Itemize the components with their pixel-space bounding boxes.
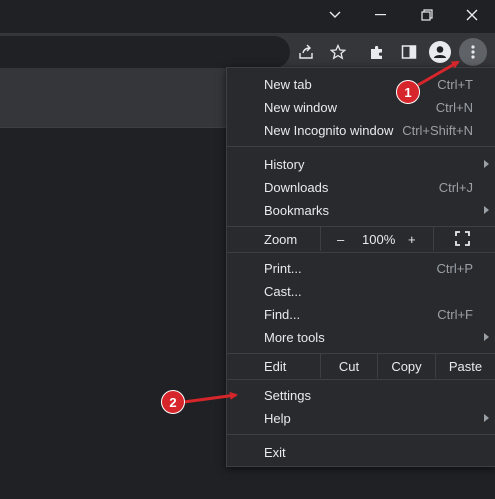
menu-item-label: Bookmarks [264,203,330,218]
menu-separator [227,252,495,253]
menu-item-label: More tools [264,330,325,345]
chrome-menu: New tab Ctrl+T New window Ctrl+N New Inc… [226,67,495,467]
submenu-arrow-icon [484,414,489,422]
tab-search-button[interactable] [313,0,357,30]
menu-separator [227,379,495,380]
menu-item-shortcut: Ctrl+Shift+N [402,123,473,138]
menu-item-label: Exit [264,445,286,460]
menu-item-shortcut: Ctrl+J [438,180,473,195]
menu-item-cast[interactable]: Cast... [227,280,495,303]
menu-item-downloads[interactable]: Downloads Ctrl+J [227,176,495,199]
share-button[interactable] [292,38,320,66]
profile-icon [429,41,451,63]
menu-item-new-tab[interactable]: New tab Ctrl+T [227,73,495,96]
menu-item-label: Help [264,411,291,426]
submenu-arrow-icon [484,206,489,214]
minimize-icon [375,14,386,16]
menu-item-new-incognito-window[interactable]: New Incognito window Ctrl+Shift+N [227,119,495,142]
menu-item-label: New window [264,100,337,115]
zoom-out-button[interactable]: – [337,232,344,247]
menu-item-find[interactable]: Find... Ctrl+F [227,303,495,326]
zoom-divider [320,227,321,251]
menu-zoom-row: Zoom – 100% + [227,227,495,251]
menu-item-print[interactable]: Print... Ctrl+P [227,257,495,280]
fullscreen-button[interactable] [455,231,470,249]
kebab-menu-icon [471,45,475,59]
menu-item-history[interactable]: History [227,153,495,176]
menu-item-shortcut: Ctrl+T [437,77,473,92]
menu-item-more-tools[interactable]: More tools [227,326,495,349]
submenu-arrow-icon [484,160,489,168]
chevron-down-icon [329,11,341,18]
menu-item-label: New Incognito window [264,123,394,138]
share-icon [299,44,313,59]
extensions-icon [371,45,382,59]
edit-label: Edit [264,359,287,374]
menu-item-shortcut: Ctrl+F [437,307,473,322]
menu-item-shortcut: Ctrl+N [435,100,473,115]
menu-item-label: New tab [264,77,312,92]
menu-item-shortcut: Ctrl+P [436,261,473,276]
side-panel-icon [401,45,417,59]
fullscreen-icon [455,231,470,246]
close-window-button[interactable] [450,0,494,30]
cut-button[interactable]: Cut [321,359,377,374]
submenu-arrow-icon [484,333,489,341]
zoom-divider [433,227,434,251]
address-bar[interactable] [0,36,290,68]
menu-separator [227,146,495,147]
menu-item-new-window[interactable]: New window Ctrl+N [227,96,495,119]
menu-item-label: Settings [264,388,311,403]
menu-item-label: Find... [264,307,301,322]
zoom-level: 100% [362,232,396,247]
star-icon [330,44,346,60]
minimize-button[interactable] [359,0,403,30]
chrome-menu-button[interactable] [459,38,487,66]
zoom-label: Zoom [264,232,298,247]
restore-icon [421,9,433,21]
restore-button[interactable] [405,0,449,30]
profile-button[interactable] [426,38,454,66]
annotation-badge-2: 2 [161,390,185,414]
menu-edit-row: Edit Cut Copy Paste [227,354,495,378]
menu-item-label: Print... [264,261,302,276]
bookmark-star-button[interactable] [324,38,352,66]
menu-item-label: Cast... [264,284,302,299]
paste-button[interactable]: Paste [436,359,495,374]
menu-item-exit[interactable]: Exit [227,441,495,464]
menu-item-help[interactable]: Help [227,407,495,430]
menu-item-bookmarks[interactable]: Bookmarks [227,199,495,222]
menu-item-label: History [264,157,305,172]
zoom-in-button[interactable]: + [408,232,416,247]
menu-item-label: Downloads [264,180,329,195]
annotation-badge-1: 1 [396,80,420,104]
extensions-button[interactable] [363,38,391,66]
menu-item-settings[interactable]: Settings [227,384,495,407]
close-icon [466,9,478,21]
menu-separator [227,434,495,435]
title-bar [0,0,495,33]
side-panel-button[interactable] [395,38,423,66]
copy-button[interactable]: Copy [378,359,435,374]
